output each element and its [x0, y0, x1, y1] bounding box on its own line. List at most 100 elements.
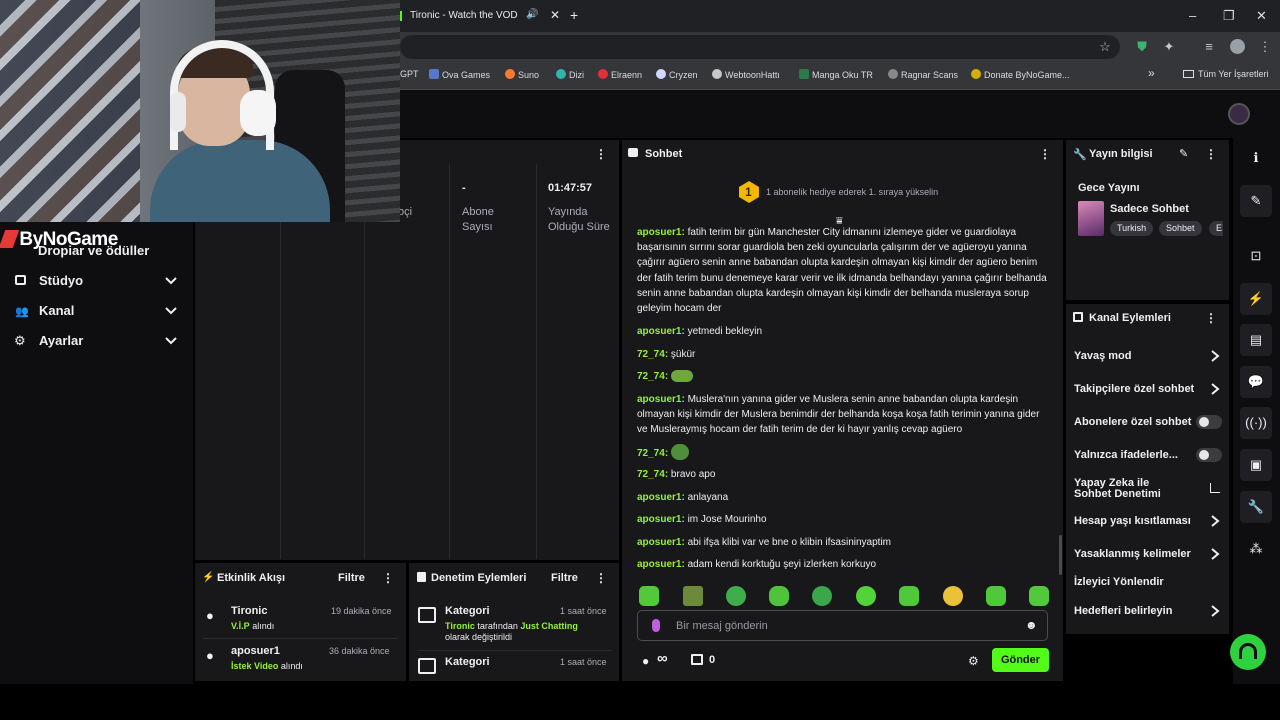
action-label: Abonelere özel sohbet	[1074, 416, 1192, 428]
emote-icon[interactable]	[812, 586, 832, 606]
feed-time: 36 dakika önce	[329, 646, 390, 656]
chat-settings-icon[interactable]: ⚙	[968, 654, 979, 668]
sidebar-item-drops[interactable]: Dropiar ve ödüller	[38, 243, 149, 258]
address-input[interactable]	[400, 35, 1120, 59]
category-icon	[418, 658, 436, 674]
chat-username[interactable]: aposuer1	[637, 394, 681, 405]
activity-menu-icon[interactable]: ⋮	[382, 571, 394, 585]
chat-username[interactable]: 72_74	[637, 448, 665, 459]
chat-username[interactable]: aposuer1	[637, 492, 681, 503]
browser-tab[interactable]: Tironic - Watch the VOD on 🔊 ✕	[398, 4, 560, 28]
bookmark-star-icon[interactable]: ☆	[1096, 38, 1114, 56]
chat-username[interactable]: aposuer1	[637, 326, 681, 337]
stats-menu-icon[interactable]: ⋮	[595, 147, 607, 161]
tab-close-icon[interactable]: ✕	[550, 8, 560, 22]
bookmark-item[interactable]: Cryzen	[656, 69, 698, 80]
notes-button[interactable]: ▤	[1240, 324, 1272, 356]
tools-button[interactable]: 🔧	[1240, 491, 1272, 523]
emote-icon[interactable]	[639, 586, 659, 606]
new-tab-icon[interactable]: +	[570, 7, 578, 23]
edit-pencil-icon[interactable]: ✎	[1179, 147, 1188, 160]
bookmark-item[interactable]: Ova Games	[429, 69, 490, 80]
moderation-filter-button[interactable]: Filtre	[551, 572, 578, 584]
chat-username[interactable]: 72_74	[637, 371, 665, 382]
chevron-down-icon	[165, 337, 177, 345]
emote-icon[interactable]	[986, 586, 1006, 606]
bookmark-item[interactable]: GPT	[400, 69, 419, 79]
feed-time: 19 dakika önce	[331, 606, 392, 616]
action-label: Yalnızca ifadelerle...	[1074, 449, 1178, 461]
emote-icon[interactable]	[943, 586, 963, 606]
chat-menu-icon[interactable]: ⋮	[1039, 147, 1051, 161]
emote-icon[interactable]	[1029, 586, 1049, 606]
chat-toggle-button[interactable]: 💬	[1240, 366, 1272, 398]
screenshot-button[interactable]: ⊡	[1240, 240, 1272, 272]
extension-shield-icon[interactable]: ⛊	[1133, 38, 1151, 56]
layout-button[interactable]: ▣	[1240, 449, 1272, 481]
support-button[interactable]	[1230, 634, 1266, 670]
emoji-icon[interactable]: ☻	[1025, 618, 1038, 632]
activity-feed-title: Etkinlik Akışı	[217, 572, 286, 584]
bookmark-item[interactable]: WebtoonHattı	[712, 69, 780, 80]
emote-icon[interactable]	[856, 586, 876, 606]
share-button[interactable]: ⁂	[1240, 533, 1272, 565]
emote-icon[interactable]	[769, 586, 789, 606]
bookmark-item[interactable]: Manga Oku TR	[799, 69, 873, 80]
window-close-icon[interactable]: ✕	[1256, 8, 1267, 24]
microphone-icon[interactable]	[652, 619, 660, 632]
channel-actions-menu-icon[interactable]: ⋮	[1205, 311, 1217, 325]
feed-user[interactable]: Tironic	[231, 605, 267, 617]
bookmark-item[interactable]: Ragnar Scans	[888, 69, 958, 80]
browser-menu-icon[interactable]: ⋮	[1256, 38, 1274, 56]
bookmark-item[interactable]: Elraenn	[598, 69, 642, 80]
chat-username[interactable]: 72_74	[637, 469, 665, 480]
quick-action-button[interactable]: ⚡	[1240, 283, 1272, 315]
channel-icon: 👥	[15, 306, 29, 318]
chat-username[interactable]: aposuer1	[637, 227, 681, 238]
user-avatar[interactable]	[1228, 103, 1250, 125]
profile-avatar-icon[interactable]	[1228, 38, 1246, 56]
category-name[interactable]: Sadece Sohbet	[1110, 203, 1189, 215]
stream-title: Gece Yayını	[1078, 182, 1140, 194]
headphone-cup	[170, 92, 186, 132]
chat-username[interactable]: aposuer1	[637, 514, 681, 525]
chat-username[interactable]: 72_74	[637, 349, 665, 360]
edit-button[interactable]: ✎	[1240, 185, 1272, 217]
subscribers-only-toggle[interactable]	[1196, 415, 1222, 429]
stream-info-menu-icon[interactable]: ⋮	[1205, 147, 1217, 161]
user-icon: ●	[206, 608, 214, 623]
chat-username[interactable]: aposuer1	[637, 559, 681, 570]
bolt-icon: ⚡	[202, 572, 215, 583]
emote-icon[interactable]	[726, 586, 746, 606]
send-button[interactable]: Gönder	[992, 648, 1049, 672]
all-bookmarks-folder[interactable]: Tüm Yer İşaretleri	[1183, 69, 1269, 79]
info-button[interactable]: ℹ	[1240, 142, 1272, 174]
moderation-menu-icon[interactable]: ⋮	[595, 571, 607, 585]
activity-filter-button[interactable]: Filtre	[338, 572, 365, 584]
tab-audio-icon[interactable]: 🔊	[526, 9, 538, 20]
broadcast-button[interactable]: ((·))	[1240, 407, 1272, 439]
chat-scrollbar[interactable]	[1059, 535, 1062, 575]
action-label: İzleyici Yönlendir	[1074, 576, 1164, 588]
chat-input[interactable]: Bir mesaj gönderin ☻	[637, 610, 1048, 641]
stream-tag[interactable]: Sohbet	[1159, 221, 1202, 236]
emote-icon[interactable]	[683, 586, 703, 606]
bookmarks-overflow-icon[interactable]: »	[1148, 66, 1155, 80]
wall-posters	[0, 0, 140, 222]
bookmark-item[interactable]: Dizi	[556, 69, 584, 80]
emote-only-toggle[interactable]	[1196, 448, 1222, 462]
extensions-icon[interactable]: ✦	[1160, 38, 1178, 56]
bookmark-item[interactable]: Donate ByNoGame...	[971, 69, 1070, 80]
minimize-icon[interactable]: –	[1189, 8, 1196, 23]
maximize-icon[interactable]: ❐	[1223, 8, 1235, 24]
bookmark-favicon	[429, 69, 439, 79]
chat-username[interactable]: aposuer1	[637, 537, 681, 548]
stream-tag[interactable]: Turkish	[1110, 221, 1154, 236]
media-icon[interactable]: ≡	[1200, 38, 1218, 56]
feed-user[interactable]: aposuer1	[231, 645, 280, 657]
stream-tag[interactable]: E	[1209, 221, 1223, 236]
bookmark-item[interactable]: Suno	[505, 69, 539, 80]
broadcast-icon: ((·))	[1245, 415, 1267, 430]
chat-message: aposuer1: adam kendi korktuğu şeyi izler…	[637, 559, 877, 570]
emote-icon[interactable]	[899, 586, 919, 606]
